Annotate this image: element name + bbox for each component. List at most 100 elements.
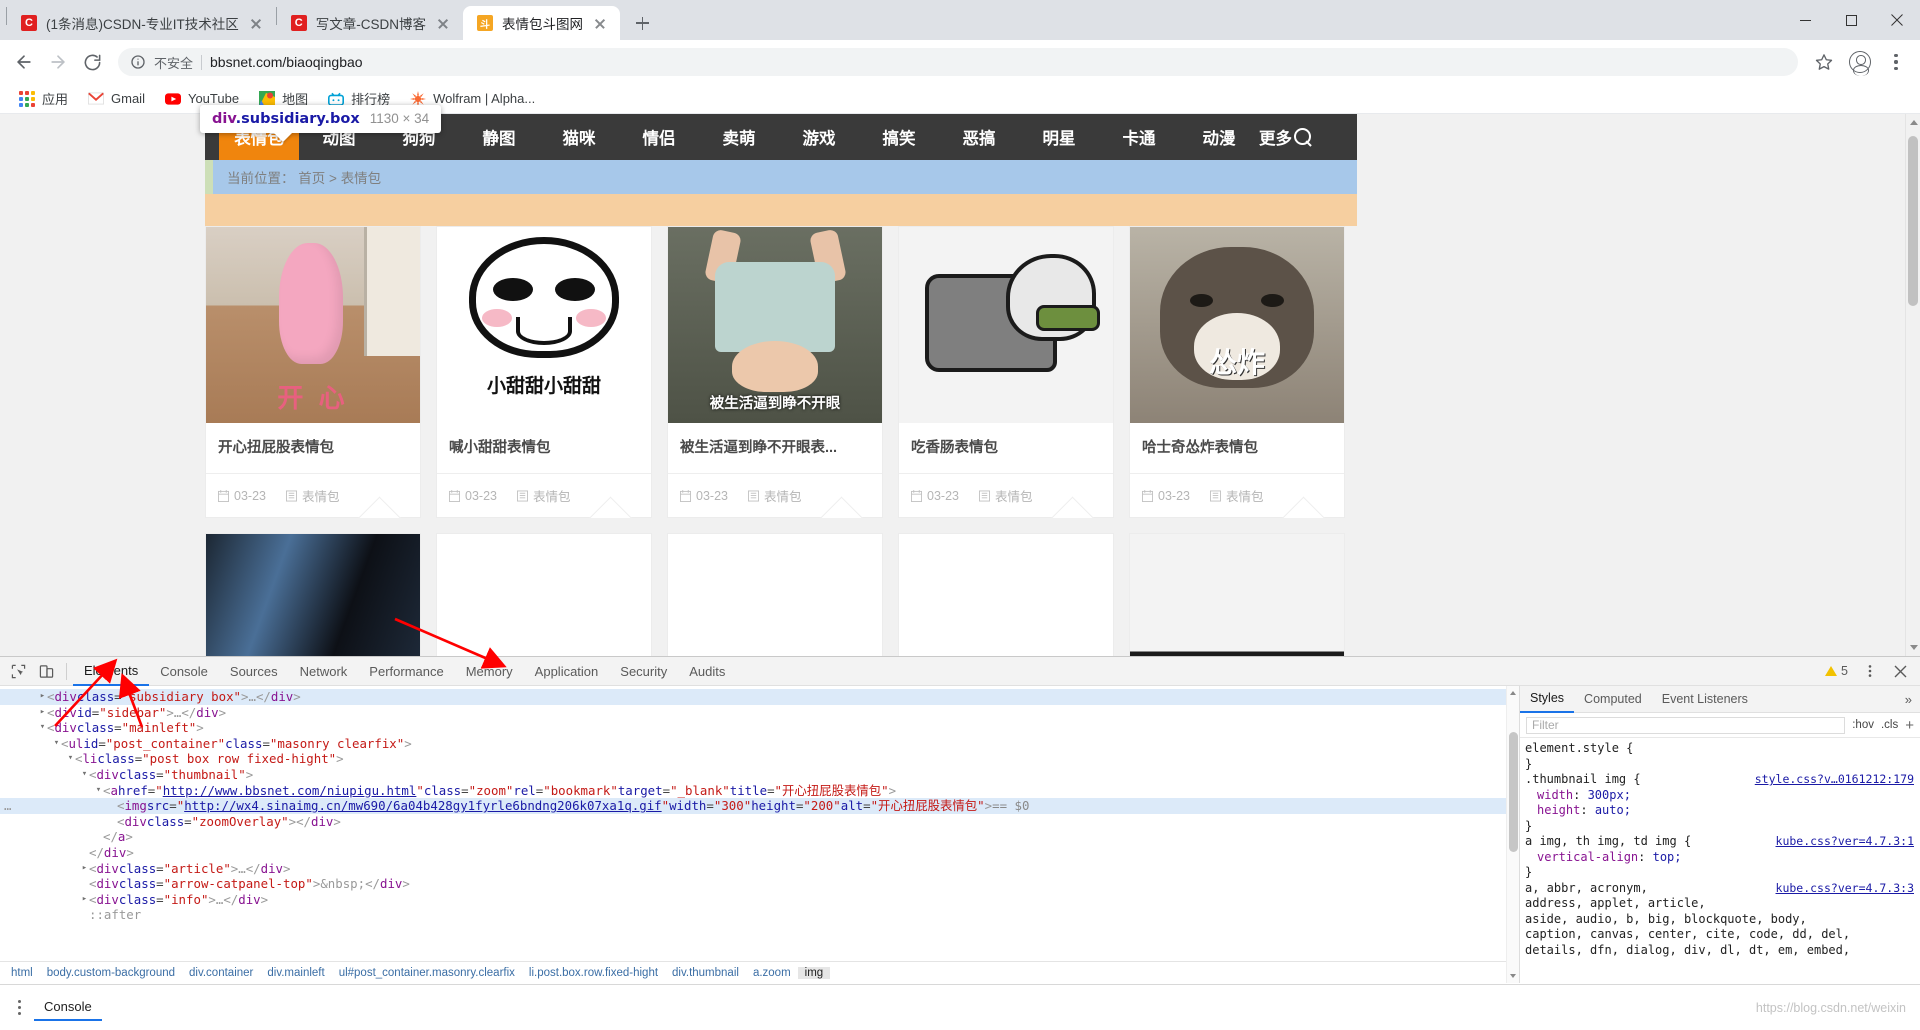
post-title[interactable]: 喊小甜甜表情包 — [437, 423, 651, 473]
bookmark-star-icon[interactable] — [1808, 46, 1840, 78]
nav-item-maimeng[interactable]: 卖萌 — [699, 125, 779, 149]
dom-node-line[interactable]: </a > — [0, 829, 1519, 845]
style-rule[interactable]: caption, canvas, center, cite, code, dd,… — [1525, 927, 1920, 943]
post-title[interactable]: 哈士奇怂炸表情包 — [1130, 423, 1344, 473]
nav-item-maomi[interactable]: 猫咪 — [539, 125, 619, 149]
devtools-tab-sources[interactable]: Sources — [219, 657, 289, 686]
post-card[interactable]: 怂炸 哈士奇怂炸表情包 03-23 表情包 — [1129, 226, 1345, 518]
scrollbar-thumb[interactable] — [1509, 732, 1518, 852]
close-icon[interactable] — [435, 15, 451, 31]
devtools-tab-memory[interactable]: Memory — [455, 657, 524, 686]
close-window-button[interactable] — [1874, 0, 1920, 40]
dom-node-line[interactable]: ▾ < ul id = "post_container" class = "masonry … — [0, 736, 1519, 752]
nav-item-qinglv[interactable]: 情侣 — [619, 125, 699, 149]
dom-crumb[interactable]: body.custom-background — [40, 967, 182, 979]
nav-item-youxi[interactable]: 游戏 — [779, 125, 859, 149]
close-icon[interactable] — [592, 15, 608, 31]
post-card[interactable] — [667, 533, 883, 656]
bookmark-gmail[interactable]: Gmail — [79, 87, 154, 111]
style-declaration[interactable]: vertical-align: top; — [1525, 850, 1914, 866]
inspect-cursor-icon[interactable] — [4, 658, 32, 685]
dom-node-line[interactable]: < div class = "zoomOverlay" ></div > — [0, 814, 1519, 830]
browser-tab-1[interactable]: C (1条消息)CSDN-专业IT技术社区 — [7, 6, 276, 40]
dom-node-line[interactable]: </div > — [0, 845, 1519, 861]
devtools-tab-security[interactable]: Security — [609, 657, 678, 686]
post-thumbnail[interactable]: 被生活逼到睁不开眼 — [668, 227, 882, 423]
console-drawer-tab[interactable]: Console — [34, 995, 102, 1021]
dom-crumb[interactable]: a.zoom — [746, 967, 798, 979]
forward-button[interactable] — [42, 46, 74, 78]
new-tab-button[interactable] — [628, 9, 656, 37]
nav-link[interactable]: 明星 — [1043, 130, 1076, 148]
address-bar[interactable]: 不安全 bbsnet.com/biaoqingbao — [118, 48, 1798, 76]
close-icon[interactable] — [1886, 658, 1914, 685]
disclosure-triangle-icon[interactable]: ▾ — [94, 783, 103, 799]
post-category[interactable]: 表情包 — [516, 486, 571, 505]
post-title[interactable]: 被生活逼到睁不开眼表... — [668, 423, 882, 473]
dom-crumb[interactable]: div.thumbnail — [665, 967, 746, 979]
post-thumbnail[interactable]: 怂炸 — [1130, 227, 1344, 423]
nav-link[interactable]: 搞笑 — [883, 130, 916, 148]
browser-tab-3[interactable]: 斗 表情包斗图网 — [463, 6, 620, 40]
nav-item-more[interactable]: 更多 — [1259, 125, 1343, 149]
chrome-menu-icon[interactable] — [1880, 46, 1912, 78]
nav-link[interactable]: 游戏 — [803, 130, 836, 148]
devtools-tab-audits[interactable]: Audits — [678, 657, 736, 686]
styles-rule-list[interactable]: element.style {} .thumbnail img {style.cs… — [1520, 738, 1920, 983]
dom-node-line[interactable]: ▸ < div class = "subsidiary box" >… </div > — [0, 689, 1519, 705]
post-thumbnail[interactable] — [899, 227, 1113, 423]
cls-toggle[interactable]: .cls — [1881, 719, 1898, 731]
nav-more-label[interactable]: 更多 — [1259, 125, 1292, 149]
post-category[interactable]: 表情包 — [978, 486, 1033, 505]
post-thumbnail[interactable]: 小甜甜小甜甜 — [437, 227, 651, 423]
post-thumbnail[interactable] — [668, 534, 882, 656]
dom-node-line[interactable]: ▸ < div id = "sidebar" >… </div > — [0, 705, 1519, 721]
nav-link[interactable]: 动漫 — [1203, 130, 1236, 148]
dom-crumb[interactable]: li.post.box.row.fixed-hight — [522, 967, 665, 979]
style-rule-source-link[interactable]: style.css?v…0161212:179 — [1755, 772, 1914, 788]
nav-link[interactable]: 静图 — [483, 130, 516, 148]
dom-crumb[interactable]: html — [4, 967, 40, 979]
nav-item-egao[interactable]: 恶搞 — [939, 125, 1019, 149]
post-category[interactable]: 表情包 — [747, 486, 802, 505]
dom-crumb[interactable]: ul#post_container.masonry.clearfix — [332, 967, 522, 979]
style-rule[interactable]: address, applet, article, — [1525, 896, 1920, 912]
scroll-down-icon[interactable] — [1910, 645, 1918, 650]
dom-node-line[interactable]: < div class = "arrow-catpanel-top" > &nbsp; </… — [0, 876, 1519, 892]
nav-item-dongman[interactable]: 动漫 — [1179, 125, 1259, 149]
style-rule[interactable]: element.style {} — [1525, 741, 1920, 772]
dom-crumb[interactable]: div.container — [182, 967, 260, 979]
close-icon[interactable] — [248, 15, 264, 31]
disclosure-triangle-icon[interactable]: ▾ — [80, 767, 89, 783]
disclosure-triangle-icon[interactable]: ▸ — [38, 705, 47, 721]
dom-crumb-selected[interactable]: img — [797, 966, 831, 979]
disclosure-triangle-icon[interactable]: ▾ — [66, 751, 75, 767]
dom-crumb[interactable]: div.mainleft — [260, 967, 331, 979]
styles-tab-styles[interactable]: Styles — [1520, 686, 1575, 713]
post-card[interactable]: 开心扭屁股表情包 03-23 表情包 — [205, 226, 421, 518]
disclosure-triangle-icon[interactable]: ▾ — [38, 720, 47, 736]
style-rule-source-link[interactable]: kube.css?ver=4.7.3:3 — [1776, 881, 1914, 897]
dom-tree[interactable]: ▸ < div class = "subsidiary box" >… </div > ▸ < di… — [0, 686, 1519, 923]
scrollbar-thumb[interactable] — [1908, 136, 1918, 306]
scroll-up-icon[interactable] — [1510, 691, 1516, 695]
page-scrollbar[interactable] — [1905, 114, 1920, 656]
style-rule[interactable]: .thumbnail img {style.css?v…0161212:179 w… — [1525, 772, 1920, 834]
dom-node-line[interactable]: ▾ < div class = "thumbnail" > — [0, 767, 1519, 783]
style-rule[interactable]: a, abbr, acronym, kube.css?ver=4.7.3:3 — [1525, 881, 1920, 897]
style-rule-source-link[interactable]: kube.css?ver=4.7.3:1 — [1776, 834, 1914, 850]
style-rule[interactable]: aside, audio, b, big, blockquote, body, — [1525, 912, 1920, 928]
disclosure-triangle-icon[interactable]: ▾ — [52, 736, 61, 752]
post-card[interactable] — [205, 533, 421, 656]
dom-node-line[interactable]: ▾ < a href = " http://www.bbsnet.com/niupigu.… — [0, 783, 1519, 799]
styles-tab-event-listeners[interactable]: Event Listeners — [1652, 686, 1758, 713]
devtools-tab-performance[interactable]: Performance — [358, 657, 454, 686]
post-thumbnail[interactable] — [206, 227, 420, 423]
devtools-tab-network[interactable]: Network — [289, 657, 359, 686]
dom-node-line[interactable]: ▾ < div class = "mainleft" > — [0, 720, 1519, 736]
post-card[interactable] — [1129, 533, 1345, 656]
profile-avatar[interactable] — [1844, 46, 1876, 78]
style-declaration[interactable]: height: auto; — [1525, 803, 1914, 819]
new-style-rule-button[interactable]: + — [1905, 718, 1914, 733]
disclosure-triangle-icon[interactable]: ▸ — [38, 689, 47, 705]
